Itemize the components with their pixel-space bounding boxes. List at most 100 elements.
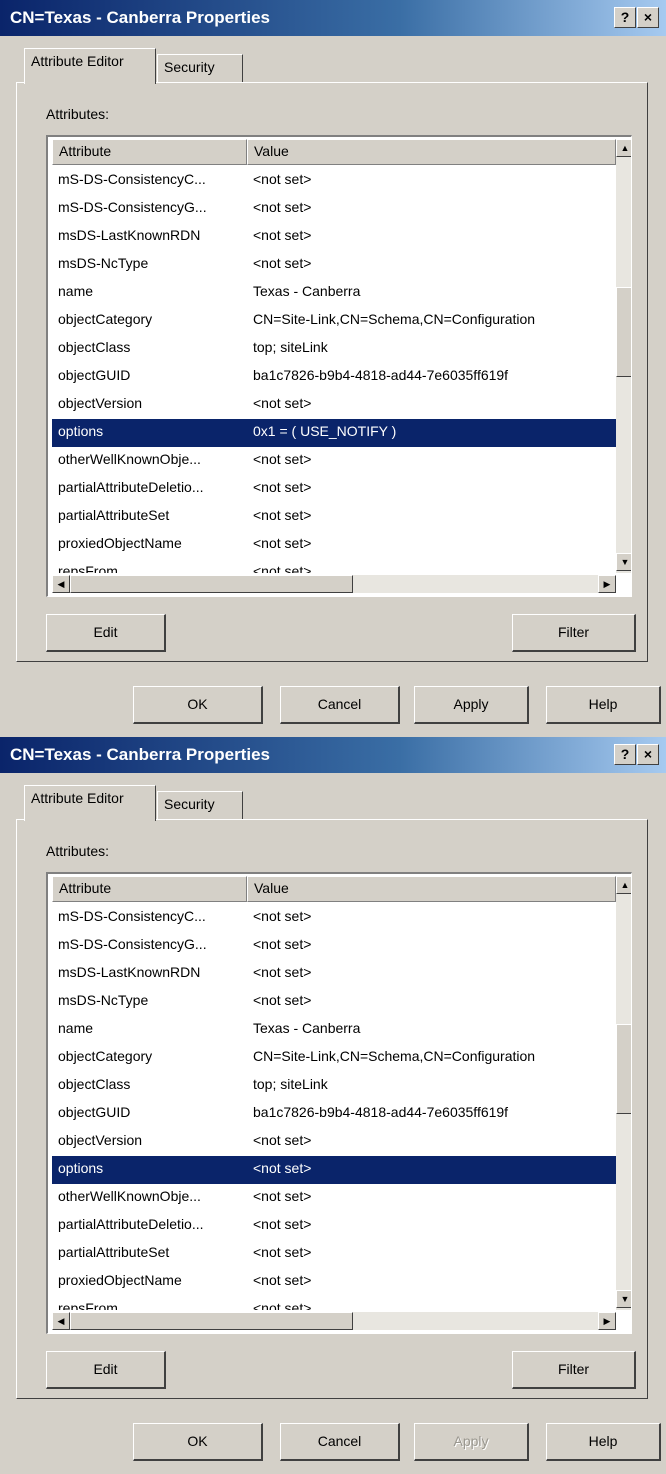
table-row[interactable]: msDS-NcType <not set> [52, 988, 616, 1016]
table-row[interactable]: msDS-NcType <not set> [52, 251, 616, 279]
filter-button[interactable]: Filter [512, 614, 636, 652]
table-row[interactable]: repsFrom <not set> [52, 1296, 616, 1310]
attribute-cell: proxiedObjectName [58, 1272, 182, 1288]
attribute-cell: objectVersion [58, 1132, 143, 1148]
help-button[interactable]: Help [546, 686, 661, 724]
attribute-cell: objectGUID [58, 367, 131, 383]
cancel-button[interactable]: Cancel [280, 686, 400, 724]
value-cell: CN=Site-Link,CN=Schema,CN=Configuration [253, 311, 536, 327]
tab-attribute-editor[interactable]: Attribute Editor [24, 48, 156, 84]
tab-attribute-editor[interactable]: Attribute Editor [24, 785, 156, 821]
edit-button[interactable]: Edit [46, 1351, 166, 1389]
scroll-right-icon[interactable]: ▶ [598, 575, 616, 593]
table-row[interactable]: partialAttributeDeletio... <not set> [52, 475, 616, 503]
list-rows: mS-DS-ConsistencyC... <not set> mS-DS-Con… [52, 904, 616, 1310]
table-row[interactable]: name Texas - Canberra [52, 1016, 616, 1044]
scroll-left-icon[interactable]: ◀ [52, 1312, 70, 1330]
table-row[interactable]: partialAttributeDeletio... <not set> [52, 1212, 616, 1240]
horizontal-scrollbar[interactable]: ◀ ▶ [52, 1312, 616, 1330]
table-row[interactable]: objectGUID ba1c7826-b9b4-4818-ad44-7e6035… [52, 363, 616, 391]
help-icon[interactable]: ? [614, 7, 636, 28]
table-row[interactable]: mS-DS-ConsistencyC... <not set> [52, 904, 616, 932]
scroll-right-icon[interactable]: ▶ [598, 1312, 616, 1330]
attribute-cell: objectClass [58, 339, 131, 355]
tab-security[interactable]: Security [157, 791, 243, 819]
table-row[interactable]: proxiedObjectName <not set> [52, 531, 616, 559]
column-header-value[interactable]: Value [247, 876, 616, 902]
apply-button[interactable]: Apply [414, 1423, 529, 1461]
cancel-button[interactable]: Cancel [280, 1423, 400, 1461]
vertical-scrollbar[interactable]: ▲ ▼ [616, 876, 631, 1310]
horizontal-scroll-thumb[interactable] [70, 575, 353, 593]
column-header-attribute[interactable]: Attribute [52, 139, 247, 165]
filter-button[interactable]: Filter [512, 1351, 636, 1389]
attribute-cell: partialAttributeSet [58, 507, 170, 523]
table-row[interactable]: partialAttributeSet <not set> [52, 503, 616, 531]
table-row[interactable]: mS-DS-ConsistencyG... <not set> [52, 932, 616, 960]
scroll-up-icon[interactable]: ▲ [616, 139, 631, 157]
ok-button[interactable]: OK [133, 1423, 263, 1461]
scroll-down-icon[interactable]: ▼ [616, 1290, 631, 1308]
table-row[interactable]: partialAttributeSet <not set> [52, 1240, 616, 1268]
value-cell: <not set> [253, 1188, 312, 1204]
table-row[interactable]: mS-DS-ConsistencyC... <not set> [52, 167, 616, 195]
table-row[interactable]: proxiedObjectName <not set> [52, 1268, 616, 1296]
value-cell: top; siteLink [253, 339, 328, 355]
vertical-scrollbar[interactable]: ▲ ▼ [616, 139, 631, 573]
horizontal-scrollbar[interactable]: ◀ ▶ [52, 575, 616, 593]
scroll-left-icon[interactable]: ◀ [52, 575, 70, 593]
table-row[interactable]: name Texas - Canberra [52, 279, 616, 307]
value-cell: Texas - Canberra [253, 283, 361, 299]
value-cell: <not set> [253, 507, 312, 523]
tab-security[interactable]: Security [157, 54, 243, 82]
table-row[interactable]: objectClass top; siteLink [52, 1072, 616, 1100]
table-row[interactable]: repsFrom <not set> [52, 559, 616, 573]
help-icon[interactable]: ? [614, 744, 636, 765]
table-row[interactable]: objectVersion <not set> [52, 391, 616, 419]
column-header-value[interactable]: Value [247, 139, 616, 165]
attribute-cell: partialAttributeDeletio... [58, 1216, 204, 1232]
vertical-scroll-thumb[interactable] [616, 287, 631, 377]
apply-button[interactable]: Apply [414, 686, 529, 724]
attributes-list[interactable]: Attribute Value mS-DS-ConsistencyC... <no… [46, 872, 632, 1334]
value-cell: <not set> [253, 992, 312, 1008]
table-row[interactable]: objectCategory CN=Site-Link,CN=Schema,CN=… [52, 1044, 616, 1072]
scroll-down-icon[interactable]: ▼ [616, 553, 631, 571]
table-row[interactable]: msDS-LastKnownRDN <not set> [52, 223, 616, 251]
properties-dialog: CN=Texas - Canberra Properties ? × Attri… [0, 0, 666, 737]
attribute-cell: objectClass [58, 1076, 131, 1092]
table-row[interactable]: msDS-LastKnownRDN <not set> [52, 960, 616, 988]
close-icon[interactable]: × [637, 7, 659, 28]
list-rows: mS-DS-ConsistencyC... <not set> mS-DS-Con… [52, 167, 616, 573]
value-cell: <not set> [253, 1244, 312, 1260]
table-row[interactable]: otherWellKnownObje... <not set> [52, 1184, 616, 1212]
attribute-cell: repsFrom [58, 563, 118, 573]
title-bar: CN=Texas - Canberra Properties ? × [0, 0, 666, 36]
table-row[interactable]: objectGUID ba1c7826-b9b4-4818-ad44-7e6035… [52, 1100, 616, 1128]
close-icon[interactable]: × [637, 744, 659, 765]
value-cell: <not set> [253, 199, 312, 215]
scroll-up-icon[interactable]: ▲ [616, 876, 631, 894]
ok-button[interactable]: OK [133, 686, 263, 724]
edit-button[interactable]: Edit [46, 614, 166, 652]
horizontal-scroll-thumb[interactable] [70, 1312, 353, 1330]
dialog-title: CN=Texas - Canberra Properties [10, 8, 270, 27]
attribute-cell: otherWellKnownObje... [58, 451, 201, 467]
table-row[interactable]: otherWellKnownObje... <not set> [52, 447, 616, 475]
attribute-cell: msDS-LastKnownRDN [58, 964, 201, 980]
attribute-cell: partialAttributeDeletio... [58, 479, 204, 495]
table-row[interactable]: mS-DS-ConsistencyG... <not set> [52, 195, 616, 223]
table-row[interactable]: objectClass top; siteLink [52, 335, 616, 363]
attribute-cell: name [58, 1020, 94, 1036]
attributes-list[interactable]: Attribute Value mS-DS-ConsistencyC... <no… [46, 135, 632, 597]
attribute-cell: mS-DS-ConsistencyC... [58, 171, 206, 187]
table-row-selected[interactable]: options <not set> [52, 1156, 616, 1184]
column-header-attribute[interactable]: Attribute [52, 876, 247, 902]
table-row-selected[interactable]: options 0x1 = ( USE_NOTIFY ) [52, 419, 616, 447]
vertical-scroll-thumb[interactable] [616, 1024, 631, 1114]
help-button[interactable]: Help [546, 1423, 661, 1461]
table-row[interactable]: objectVersion <not set> [52, 1128, 616, 1156]
attribute-cell: options [58, 1160, 104, 1176]
value-cell: <not set> [253, 255, 312, 271]
table-row[interactable]: objectCategory CN=Site-Link,CN=Schema,CN=… [52, 307, 616, 335]
